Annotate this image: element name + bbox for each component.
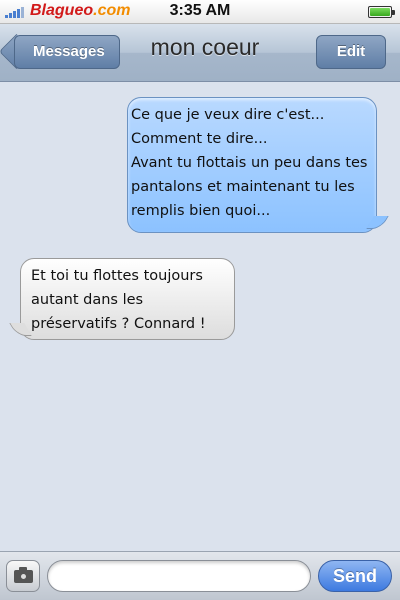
message-input[interactable] (47, 560, 311, 592)
sent-message-bubble[interactable]: Ce que je veux dire c'est... Comment te … (127, 97, 377, 233)
battery-fill (370, 8, 390, 16)
status-bar: Blagueo.com 3:35 AM (0, 0, 400, 24)
back-button[interactable]: Messages (14, 35, 120, 69)
status-time: 3:35 AM (169, 2, 231, 19)
message-thread[interactable]: Ce que je veux dire c'est... Comment te … (0, 83, 400, 551)
send-button[interactable]: Send (318, 560, 392, 592)
edit-button[interactable]: Edit (316, 35, 386, 69)
camera-icon (14, 567, 33, 583)
nav-bar: Messages mon coeur Edit (0, 24, 400, 82)
conversation-title: mon coeur (150, 34, 260, 60)
battery-icon (368, 6, 395, 18)
camera-lens (19, 572, 28, 581)
received-message-bubble[interactable]: Et toi tu flottes toujours autant dans l… (20, 258, 235, 340)
input-bar: Send (0, 551, 400, 600)
camera-button[interactable] (6, 560, 40, 592)
